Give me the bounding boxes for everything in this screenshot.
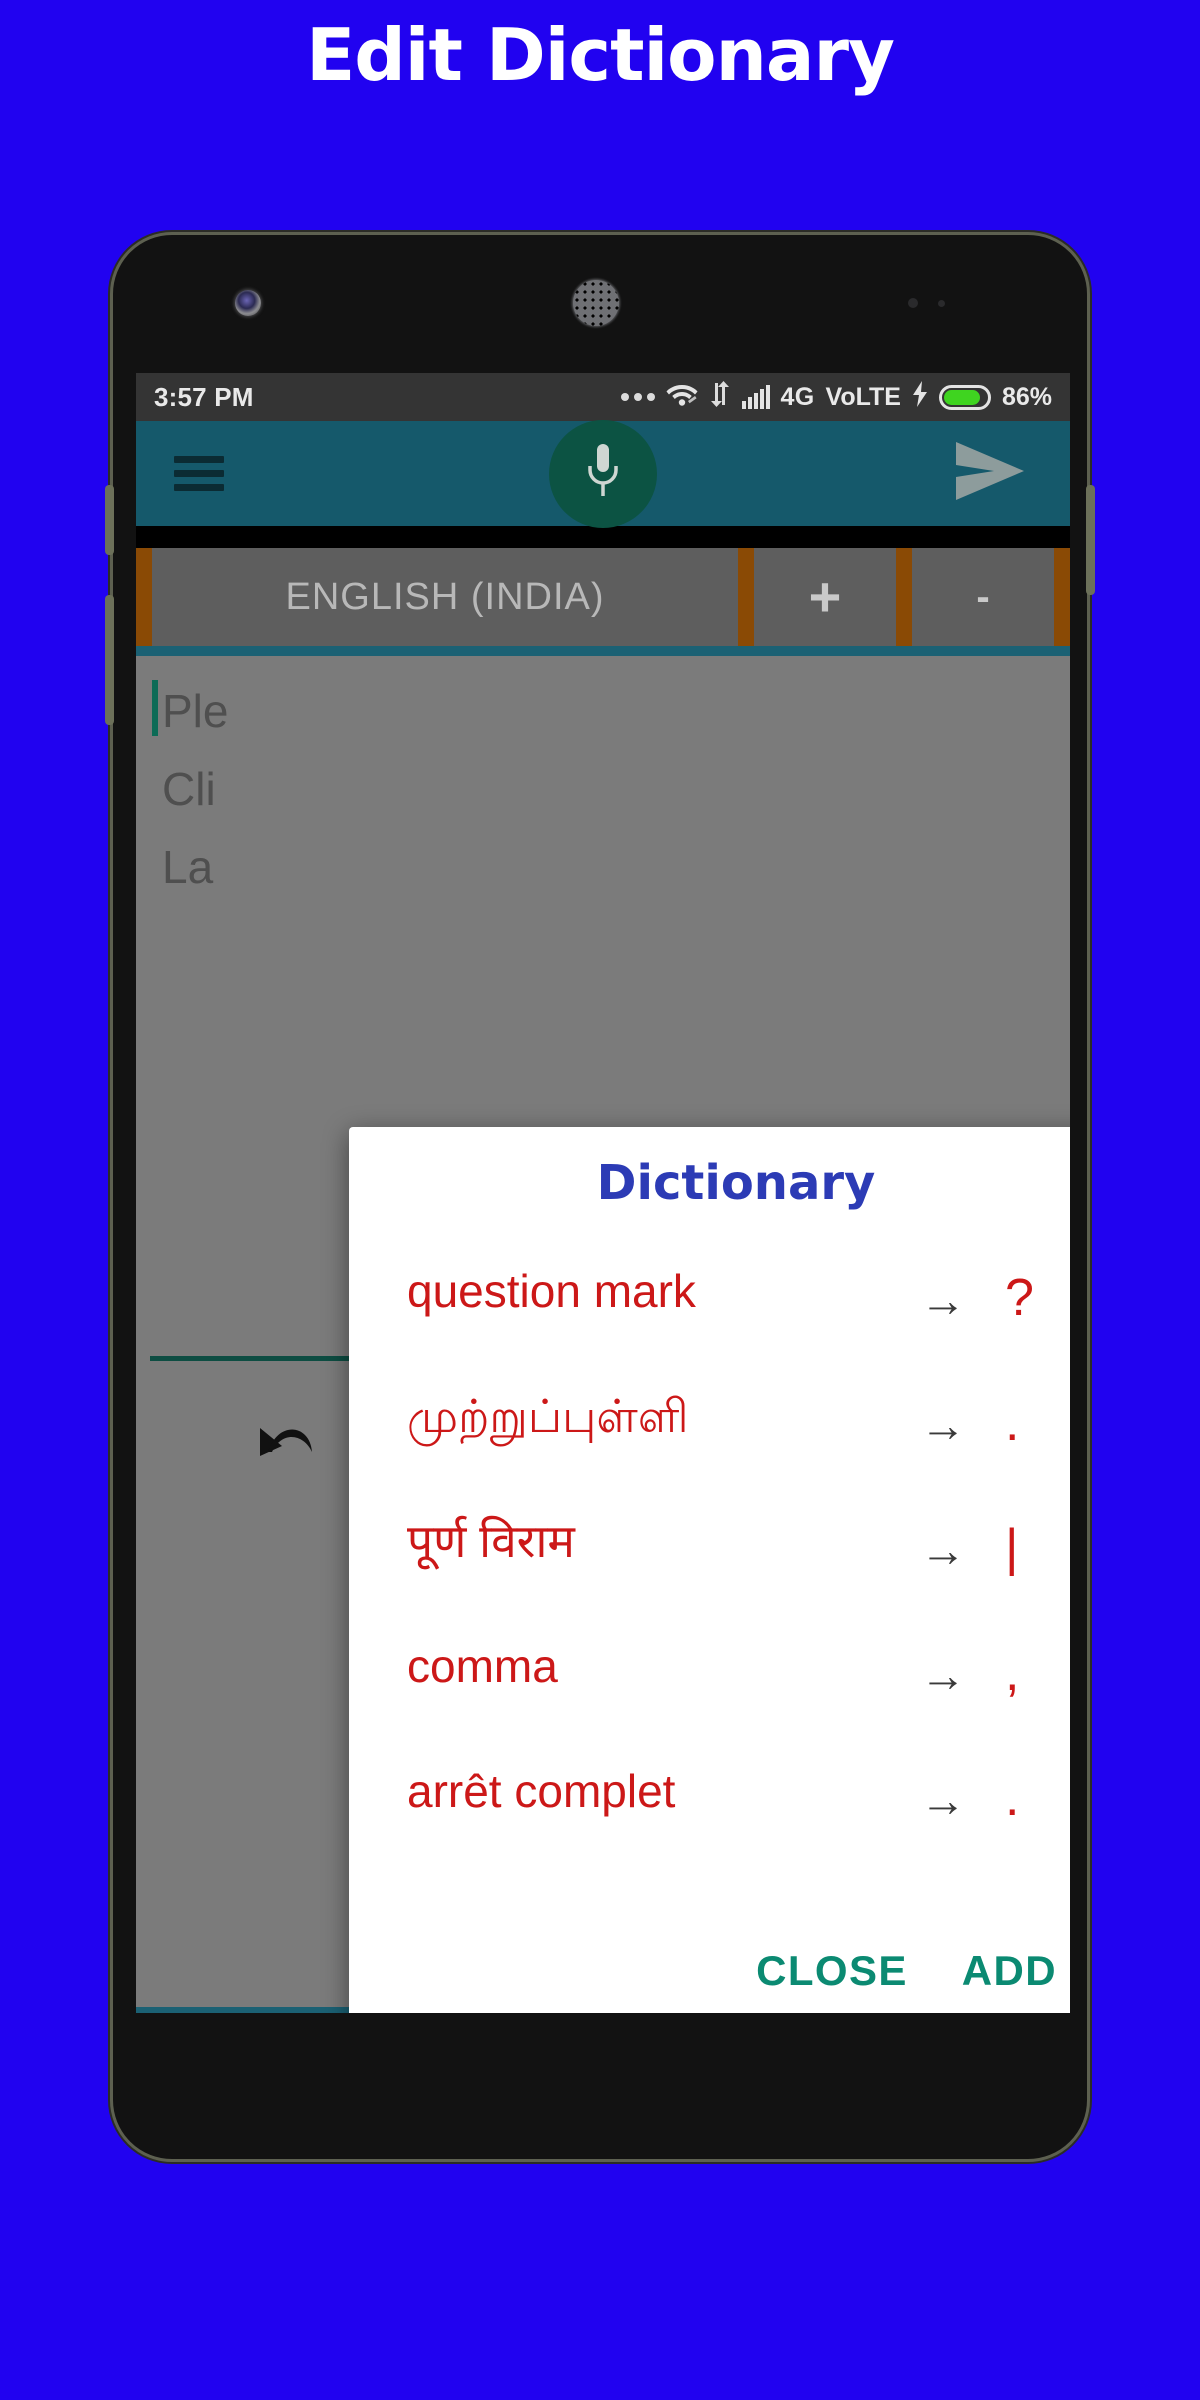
dictionary-dialog: Dictionary question mark → ? முற்றுப்புள… — [349, 1127, 1070, 2013]
add-button[interactable]: ADD — [962, 1947, 1057, 1995]
arrow-right-icon: → — [920, 1523, 966, 1576]
dialog-action-bar: CLOSE ADD — [349, 1947, 1070, 2013]
data-transfer-icon — [709, 380, 731, 414]
dictionary-entry-row[interactable]: पूर्ण विराम → | — [349, 1479, 1070, 1604]
language-selector[interactable]: ENGLISH (INDIA) — [152, 548, 738, 646]
entry-word: முற்றுப்புள்ளி — [407, 1390, 689, 1443]
light-sensor-icon — [938, 300, 945, 307]
entry-symbol: , — [1005, 1643, 1020, 1702]
hamburger-menu-icon[interactable] — [174, 456, 224, 491]
language-divider-1 — [738, 548, 754, 646]
charging-bolt-icon — [912, 380, 928, 414]
status-icons: 4G VoLTE 86% — [620, 380, 1052, 414]
undo-button[interactable] — [243, 1403, 327, 1487]
editor-line: Ple — [162, 685, 229, 737]
volte-label: VoLTE — [825, 382, 901, 411]
microphone-fab-button[interactable] — [549, 419, 657, 528]
battery-percent-label: 86% — [1001, 382, 1052, 411]
battery-icon — [938, 384, 991, 410]
phone-screen: 3:57 PM 4G VoLTE 86% ENGLISH (INDIA) + -… — [136, 373, 1070, 2013]
editor-line: Cli — [162, 763, 216, 815]
language-bar-underline — [136, 646, 1070, 656]
entry-symbol: . — [1005, 1393, 1020, 1452]
entry-word: question mark — [407, 1265, 696, 1318]
page-title: Edit Dictionary — [306, 13, 895, 97]
send-icon — [954, 440, 1028, 507]
status-bar: 3:57 PM 4G VoLTE 86% — [136, 373, 1070, 421]
dictionary-entry-list: question mark → ? முற்றுப்புள்ளி → . पूर… — [349, 1217, 1070, 1947]
three-dots-icon — [620, 393, 655, 401]
entry-symbol: . — [1005, 1768, 1020, 1827]
dictionary-entry-row[interactable]: comma → , — [349, 1604, 1070, 1729]
phone-top-bezel — [113, 235, 1087, 373]
dictionary-entry-row[interactable]: question mark → ? — [349, 1229, 1070, 1354]
phone-power-button[interactable] — [105, 485, 114, 555]
entry-word: arrêt complet — [407, 1765, 676, 1818]
entry-word: पूर्ण विराम — [407, 1515, 575, 1568]
dictionary-entry-row[interactable]: முற்றுப்புள்ளி → . — [349, 1354, 1070, 1479]
language-divider-left — [136, 548, 152, 646]
phone-volume-button[interactable] — [105, 595, 114, 725]
earpiece-speaker-icon — [573, 280, 619, 326]
arrow-right-icon: → — [920, 1273, 966, 1326]
entry-word: comma — [407, 1640, 558, 1693]
phone-side-button[interactable] — [1086, 485, 1095, 595]
front-camera-icon — [235, 290, 261, 316]
language-divider-2 — [896, 548, 912, 646]
signal-bars-icon — [741, 385, 770, 409]
entry-symbol: ? — [1005, 1268, 1034, 1327]
remove-language-button[interactable]: - — [912, 548, 1054, 646]
arrow-right-icon: → — [920, 1648, 966, 1701]
dialog-title: Dictionary — [596, 1155, 876, 1211]
network-type-label: 4G — [780, 382, 815, 411]
proximity-sensor-icon — [908, 298, 918, 308]
phone-mockup: 3:57 PM 4G VoLTE 86% ENGLISH (INDIA) + -… — [105, 232, 1095, 2162]
microphone-icon — [583, 440, 623, 507]
arrow-right-icon: → — [920, 1398, 966, 1451]
arrow-right-icon: → — [920, 1773, 966, 1826]
app-bar — [136, 419, 1070, 528]
dictionary-entry-row[interactable]: arrêt complet → . — [349, 1729, 1070, 1854]
entry-symbol: | — [1005, 1518, 1019, 1577]
undo-icon — [248, 1412, 322, 1479]
wifi-icon — [666, 381, 698, 414]
language-divider-right — [1054, 548, 1070, 646]
editor-line: La — [162, 841, 214, 893]
language-bar: ENGLISH (INDIA) + - — [136, 548, 1070, 646]
screen-black-strip — [136, 526, 1070, 548]
close-button[interactable]: CLOSE — [756, 1947, 908, 1995]
status-time: 3:57 PM — [154, 381, 254, 412]
add-language-button[interactable]: + — [754, 548, 896, 646]
text-caret — [152, 680, 158, 736]
send-button[interactable] — [954, 440, 1028, 507]
